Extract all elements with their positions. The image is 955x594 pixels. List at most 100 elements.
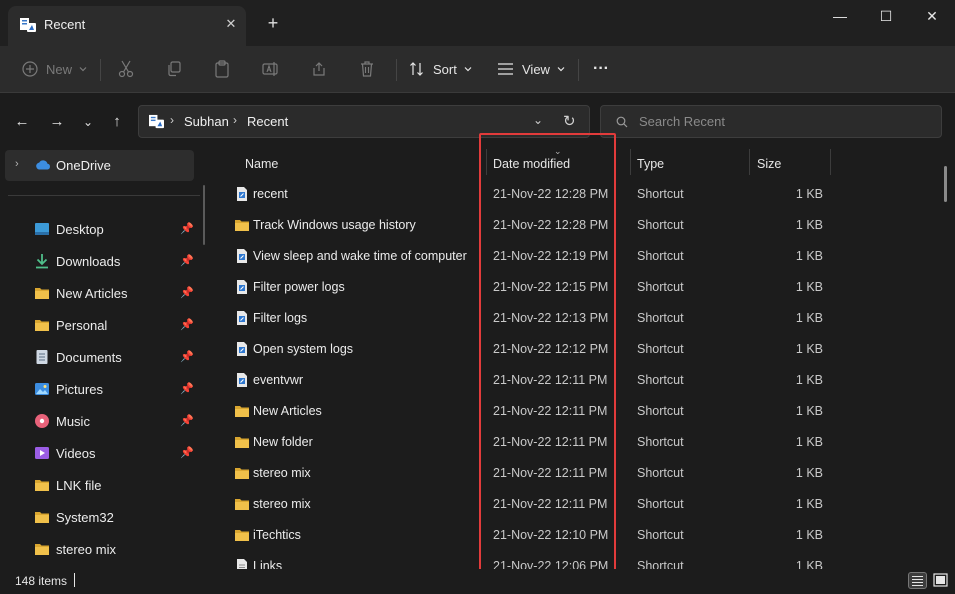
column-header-type[interactable]: Type: [637, 157, 664, 171]
recent-locations-chevron-icon[interactable]: ⌄: [78, 112, 98, 132]
shortcut-doc-icon: [237, 311, 247, 325]
minimize-button[interactable]: —: [817, 0, 863, 32]
tab-label: Recent: [44, 17, 86, 32]
large-icons-view-toggle[interactable]: [931, 572, 950, 589]
view-lines-icon: [498, 63, 513, 75]
close-button[interactable]: ✕: [909, 0, 955, 32]
folder-icon: [235, 220, 249, 231]
search-box[interactable]: [600, 105, 942, 138]
sidebar-item-onedrive[interactable]: › OneDrive: [5, 150, 194, 181]
sidebar-item-downloads[interactable]: Downloads 📌: [0, 246, 200, 276]
shortcut-doc-icon: [237, 187, 247, 201]
back-arrow-icon[interactable]: ←: [12, 112, 32, 132]
breadcrumb-recent[interactable]: Recent: [247, 114, 288, 129]
sidebar-item-label: OneDrive: [56, 158, 111, 173]
view-button[interactable]: View: [497, 56, 566, 82]
shortcut-doc-icon: [237, 342, 247, 356]
folder-icon: [235, 406, 249, 417]
sidebar-item-desktop[interactable]: Desktop 📌: [0, 214, 200, 244]
maximize-button[interactable]: ☐: [863, 0, 909, 32]
file-type: Shortcut: [637, 218, 684, 232]
delete-button[interactable]: [359, 56, 375, 82]
breadcrumb-subhan[interactable]: Subhan: [184, 114, 229, 129]
file-size: 1 KB: [795, 187, 823, 201]
refresh-icon[interactable]: ↻: [563, 112, 576, 130]
title-bar: Recent ✕ + — ☐ ✕: [0, 0, 955, 46]
expand-chevron-icon[interactable]: ›: [15, 158, 19, 170]
file-size: 1 KB: [795, 373, 823, 387]
column-header-name[interactable]: Name: [245, 157, 278, 171]
share-icon: [313, 62, 325, 76]
clipboard-icon: [215, 60, 229, 78]
file-size: 1 KB: [795, 342, 823, 356]
pictures-icon: [35, 383, 49, 395]
music-icon: [35, 414, 49, 428]
breadcrumb-chevron-icon[interactable]: ›: [233, 113, 237, 127]
file-size: 1 KB: [795, 249, 823, 263]
rename-button[interactable]: [262, 56, 280, 82]
sidebar-item-system32[interactable]: System32: [0, 502, 200, 532]
file-type: Shortcut: [637, 559, 684, 569]
new-button[interactable]: New: [22, 56, 88, 82]
file-name: stereo mix: [253, 497, 311, 511]
file-size: 1 KB: [795, 311, 823, 325]
sidebar-item-new-articles[interactable]: New Articles 📌: [0, 278, 200, 308]
details-view-toggle[interactable]: [908, 572, 927, 589]
file-size: 1 KB: [795, 435, 823, 449]
sidebar-item-stereo-mix[interactable]: stereo mix: [0, 534, 200, 564]
address-dropdown-chevron-icon[interactable]: ⌄: [533, 113, 543, 127]
column-header-size[interactable]: Size: [757, 157, 781, 171]
file-size: 1 KB: [795, 497, 823, 511]
sidebar-scrollbar[interactable]: [203, 185, 205, 245]
search-input[interactable]: [639, 106, 929, 137]
file-name: New folder: [253, 435, 313, 449]
videos-icon: [35, 447, 49, 459]
sidebar-item-videos[interactable]: Videos 📌: [0, 438, 200, 468]
file-list-scrollbar[interactable]: [944, 166, 947, 202]
more-options-button[interactable]: ···: [593, 56, 609, 82]
sidebar-item-music[interactable]: Music 📌: [0, 406, 200, 436]
file-name: Track Windows usage history: [253, 218, 416, 232]
file-name: Links: [253, 559, 283, 569]
column-divider[interactable]: [830, 149, 831, 175]
more-icon: ···: [593, 60, 609, 77]
sort-button[interactable]: Sort: [409, 56, 473, 82]
sidebar-item-label: Pictures: [56, 382, 103, 397]
tab-recent[interactable]: Recent ✕: [8, 6, 246, 46]
sidebar-item-personal[interactable]: Personal 📌: [0, 310, 200, 340]
sidebar-item-label: LNK file: [56, 478, 102, 493]
forward-arrow-icon[interactable]: →: [47, 112, 67, 132]
file-name: Filter power logs: [253, 280, 345, 294]
cut-button[interactable]: [118, 56, 134, 82]
folder-icon: [235, 468, 249, 479]
breadcrumb-chevron-icon[interactable]: ›: [170, 113, 174, 127]
sidebar-item-pictures[interactable]: Pictures 📌: [0, 374, 200, 404]
copy-button[interactable]: [166, 56, 182, 82]
command-bar: New Sort View ···: [0, 46, 955, 93]
cloud-icon: [36, 160, 50, 170]
file-name: stereo mix: [253, 466, 311, 480]
download-icon: [36, 254, 48, 269]
sidebar-item-label: Personal: [56, 318, 108, 333]
toolbar-divider: [396, 59, 397, 81]
pin-icon: 📌: [180, 223, 194, 235]
file-type: Shortcut: [637, 249, 684, 263]
share-button[interactable]: [311, 56, 327, 82]
paste-button[interactable]: [214, 56, 230, 82]
item-count: 148 items: [15, 574, 68, 588]
status-bar: 148 items: [0, 569, 955, 594]
file-name: iTechtics: [253, 528, 301, 542]
column-divider[interactable]: [630, 149, 631, 175]
column-divider[interactable]: [749, 149, 750, 175]
folder-icon: [35, 512, 49, 523]
file-type: Shortcut: [637, 187, 684, 201]
up-arrow-icon[interactable]: ↑: [107, 112, 127, 132]
folder-icon: [35, 480, 49, 491]
sidebar-item-label: Documents: [56, 350, 122, 365]
sidebar-item-lnk-file[interactable]: LNK file: [0, 470, 200, 500]
pin-icon: 📌: [180, 447, 194, 459]
sidebar-item-documents[interactable]: Documents 📌: [0, 342, 200, 372]
tab-close-icon[interactable]: ✕: [222, 15, 240, 33]
new-tab-button[interactable]: +: [264, 14, 282, 32]
trash-icon: [361, 61, 373, 77]
